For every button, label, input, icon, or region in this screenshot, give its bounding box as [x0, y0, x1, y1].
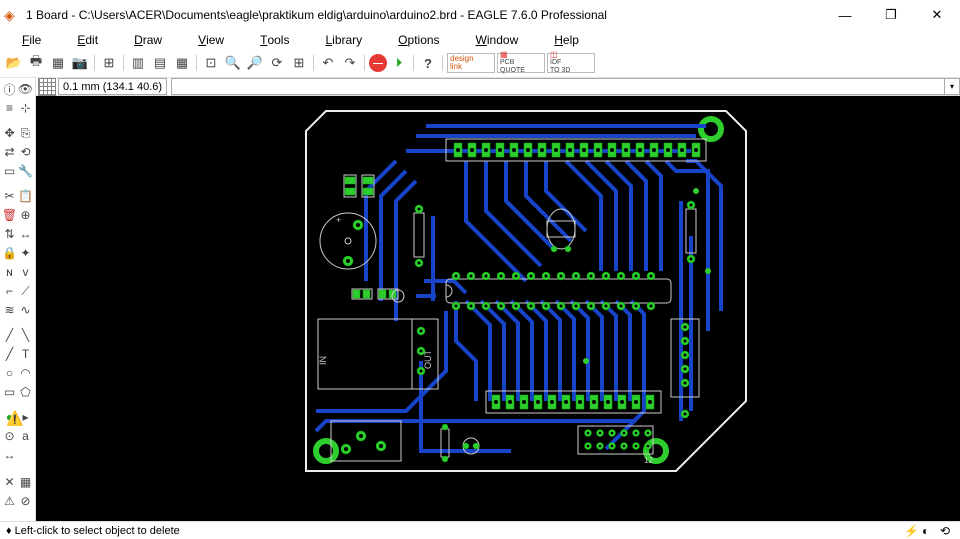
menu-library[interactable]: Library	[307, 29, 380, 51]
mirror-tool-icon[interactable]: ⇄	[3, 143, 17, 161]
delete-tool-icon[interactable]: 🗑	[3, 206, 17, 224]
menu-file[interactable]: File	[4, 29, 59, 51]
menubar: File Edit Draw View Tools Library Option…	[0, 30, 960, 49]
pcbquote-button[interactable]: ▦PCB QUOTE	[497, 53, 545, 73]
mark-tool-icon[interactable]: ⊹	[19, 99, 33, 117]
polygon-tool-icon[interactable]: ⬠	[19, 383, 33, 401]
attribute-tool-icon[interactable]: a	[19, 427, 33, 445]
name-tool-icon[interactable]: ɴ	[3, 263, 17, 281]
cut-tool-icon[interactable]: ✂	[3, 187, 17, 205]
zoom-fit-icon[interactable]: ⊡	[201, 53, 221, 73]
coord-bar: 0.1 mm (134.1 40.6) ▾	[36, 78, 960, 96]
optimize-tool-icon[interactable]: ≋	[3, 301, 17, 319]
value-tool-icon[interactable]: ᴠ	[19, 263, 33, 281]
info-tool-icon[interactable]: ⓘ	[3, 80, 17, 98]
zoom-out-icon[interactable]: 🔎	[245, 53, 265, 73]
erc-tool-icon[interactable]: ⚠	[3, 492, 17, 510]
menu-help[interactable]: Help	[536, 29, 597, 51]
arc-tool-icon[interactable]: ◠	[19, 364, 33, 382]
move-tool-icon[interactable]: ✥	[3, 124, 17, 142]
ripup-tool-icon[interactable]: ╲	[19, 326, 33, 344]
ulp-icon[interactable]: ▦	[172, 53, 192, 73]
menu-tools[interactable]: Tools	[242, 29, 307, 51]
label-12: 12	[644, 456, 653, 465]
status-bar: ♦ Left-click to select object to delete …	[0, 521, 960, 539]
command-dropdown[interactable]: ▾	[945, 78, 960, 95]
dimension-tool-icon[interactable]: ↔	[3, 446, 17, 464]
schematic-icon[interactable]: ⊞	[99, 53, 119, 73]
zoom-in-icon[interactable]: 🔍	[223, 53, 243, 73]
layers-tool-icon[interactable]: ≡	[3, 99, 17, 117]
minimize-button[interactable]: —	[822, 0, 868, 30]
help-icon[interactable]: ?	[418, 53, 438, 73]
board-canvas[interactable]: repeated	[36, 96, 960, 521]
auto-tool-icon[interactable]: ▦	[19, 473, 33, 491]
library-icon[interactable]: ▥	[128, 53, 148, 73]
label-in: IN	[318, 356, 328, 365]
miter-tool-icon[interactable]: ⌐	[3, 282, 17, 300]
circle-tool-icon[interactable]: ○	[3, 364, 17, 382]
idf3d-button[interactable]: ◫IDF TO 3D	[547, 53, 595, 73]
menu-window[interactable]: Window	[458, 29, 537, 51]
pinswap-tool-icon[interactable]: ⇅	[3, 225, 17, 243]
warning-icon: ⚠️	[6, 410, 22, 426]
stop-icon[interactable]: —	[369, 54, 387, 72]
paste-tool-icon[interactable]: 📋	[19, 187, 33, 205]
rotate-tool-icon[interactable]: ⟲	[19, 143, 33, 161]
menu-edit[interactable]: Edit	[59, 29, 116, 51]
main-toolbar: 📂 🖶 ▦ 📷 ⊞ ▥ ▤ ▦ ⊡ 🔍 🔎 ⟳ ⊞ ↶ ↷ — ⏵ ? desi…	[0, 49, 960, 78]
window-title: 1 Board - C:\Users\ACER\Documents\eagle\…	[26, 8, 607, 22]
undo-icon[interactable]: ↶	[318, 53, 338, 73]
show-tool-icon[interactable]: 👁	[19, 80, 33, 98]
go-icon[interactable]: ⏵	[389, 53, 409, 73]
lock-tool-icon[interactable]: 🔒	[3, 244, 17, 262]
command-input[interactable]	[171, 78, 945, 95]
menu-view[interactable]: View	[180, 29, 242, 51]
status-text: ♦ Left-click to select object to delete	[6, 525, 180, 537]
app-icon: ◈	[4, 7, 20, 23]
open-icon[interactable]: 📂	[4, 53, 24, 73]
copy-tool-icon[interactable]: ⎘	[19, 124, 33, 142]
replace-tool-icon[interactable]: ↔	[19, 225, 33, 243]
group-tool-icon[interactable]: ▭	[3, 162, 17, 180]
camera-icon[interactable]: 📷	[70, 53, 90, 73]
status-bolt-icon: ⚡	[904, 524, 918, 538]
tool-palette: ⓘ👁 ≡⊹ ✥⎘ ⇄⟲ ▭🔧 ✂📋 🗑⊕ ⇅↔ 🔒✦ ɴᴠ ⌐⟋ ≋∿ ╱╲ ╱…	[0, 78, 36, 521]
menu-draw[interactable]: Draw	[116, 29, 180, 51]
rect-tool-icon[interactable]: ▭	[3, 383, 17, 401]
grid-icon[interactable]	[38, 78, 56, 96]
meander-tool-icon[interactable]: ∿	[19, 301, 33, 319]
coordinates-display: 0.1 mm (134.1 40.6)	[58, 78, 167, 95]
pcb-drawing: repeated	[266, 101, 766, 521]
designlink-button[interactable]: design link	[447, 53, 495, 73]
route-tool-icon[interactable]: ╱	[3, 326, 17, 344]
title-bar: ◈ 1 Board - C:\Users\ACER\Documents\eagl…	[0, 0, 960, 30]
redo-icon[interactable]: ↷	[340, 53, 360, 73]
errors-tool-icon[interactable]: ⊘	[19, 492, 33, 510]
wire-tool-icon[interactable]: ╱	[3, 345, 17, 363]
script-icon[interactable]: ▤	[150, 53, 170, 73]
print-icon[interactable]: 🖶	[26, 53, 46, 73]
smash-tool-icon[interactable]: ✦	[19, 244, 33, 262]
close-button[interactable]: ✕	[914, 0, 960, 30]
hole-tool-icon[interactable]: ⊙	[3, 427, 17, 445]
menu-options[interactable]: Options	[380, 29, 457, 51]
dim2-tool-icon[interactable]	[19, 446, 33, 464]
maximize-button[interactable]: ❐	[868, 0, 914, 30]
status-i1-icon: ◐	[922, 524, 936, 538]
zoom-redraw-icon[interactable]: ⟳	[267, 53, 287, 73]
zoom-select-icon[interactable]: ⊞	[289, 53, 309, 73]
change-tool-icon[interactable]: 🔧	[19, 162, 33, 180]
cam-icon[interactable]: ▦	[48, 53, 68, 73]
split-tool-icon[interactable]: ⟋	[19, 282, 33, 300]
add-tool-icon[interactable]: ⊕	[19, 206, 33, 224]
svg-text:+: +	[336, 215, 341, 225]
status-i2-icon: ⟲	[940, 524, 954, 538]
ratsnest-tool-icon[interactable]: ✕	[3, 473, 17, 491]
text-tool-icon[interactable]: T	[19, 345, 33, 363]
